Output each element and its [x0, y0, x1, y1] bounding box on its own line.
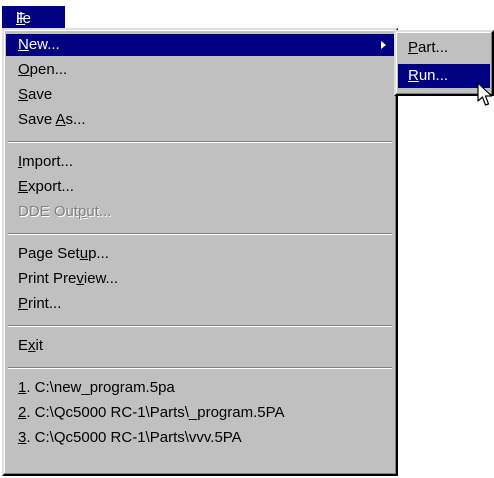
- menu-separator: [8, 141, 392, 143]
- menu-item-recent-2[interactable]: 2. C:\Qc5000 RC-1\Parts\_program.5PA: [6, 402, 394, 424]
- menu-separator: [8, 367, 392, 369]
- menu-item-dde-output: DDE Output...: [6, 201, 394, 223]
- item-label: it: [35, 337, 44, 354]
- item-label-pre: Print Pre: [18, 270, 77, 287]
- menu-item-print-preview[interactable]: Print Preview...: [6, 268, 394, 290]
- accel: O: [18, 61, 30, 78]
- menu-item-save-as[interactable]: Save As...: [6, 109, 394, 131]
- item-label-pre: Page Set: [18, 245, 80, 262]
- menu-separator: [8, 233, 392, 235]
- item-label: p...: [88, 245, 109, 262]
- menu-item-open[interactable]: Open...: [6, 59, 394, 81]
- item-label: pen...: [29, 61, 68, 78]
- item-label: . C:\Qc5000 RC-1\Parts\_program.5PA: [26, 404, 285, 421]
- submenu-arrow-icon: [381, 41, 386, 49]
- item-label: iew...: [83, 270, 119, 287]
- menu-item-new[interactable]: New...: [6, 34, 394, 56]
- accel: R: [408, 67, 419, 84]
- item-label: un...: [418, 67, 449, 84]
- accel: v: [76, 270, 84, 287]
- menu-label: ile: [16, 10, 32, 27]
- item-label-pre: E: [18, 337, 29, 354]
- submenu-item-part[interactable]: Part...: [398, 36, 490, 60]
- menu-item-recent-1[interactable]: 1. C:\new_program.5pa: [6, 377, 394, 399]
- file-menu-dropdown: New... Open... Save Save As... Import...…: [2, 28, 398, 476]
- menu-item-import[interactable]: Import...: [6, 151, 394, 173]
- menu-item-page-setup[interactable]: Page Setup...: [6, 243, 394, 265]
- accel: A: [55, 111, 66, 128]
- accel: E: [18, 178, 29, 195]
- menu-item-recent-3[interactable]: 3. C:\Qc5000 RC-1\Parts\vvv.5PA: [6, 427, 394, 449]
- mouse-cursor-icon: [477, 82, 493, 106]
- item-label-pre: Save: [18, 111, 56, 128]
- accel: P: [408, 39, 419, 56]
- menu-separator: [8, 325, 392, 327]
- item-label: mport...: [22, 153, 74, 170]
- item-label: rint...: [28, 295, 62, 312]
- menu-item-export[interactable]: Export...: [6, 176, 394, 198]
- menubar-file[interactable]: File: [2, 6, 65, 28]
- menu-item-print[interactable]: Print...: [6, 293, 394, 315]
- item-label-pre: DDE Out: [18, 203, 79, 220]
- item-label: . C:\Qc5000 RC-1\Parts\vvv.5PA: [26, 429, 242, 446]
- item-label: . C:\new_program.5pa: [26, 379, 175, 396]
- accel: P: [18, 295, 29, 312]
- accel: u: [79, 245, 89, 262]
- item-label: ut...: [86, 203, 112, 220]
- item-label: art...: [418, 39, 449, 56]
- item-label: xport...: [28, 178, 74, 195]
- item-label: ave: [28, 86, 53, 103]
- accel: S: [18, 86, 29, 103]
- accel: N: [18, 36, 29, 53]
- item-label: s...: [65, 111, 86, 128]
- menu-item-save[interactable]: Save: [6, 84, 394, 106]
- menu-item-exit[interactable]: Exit: [6, 335, 394, 357]
- item-label: ew...: [28, 36, 60, 53]
- accel: x: [28, 337, 36, 354]
